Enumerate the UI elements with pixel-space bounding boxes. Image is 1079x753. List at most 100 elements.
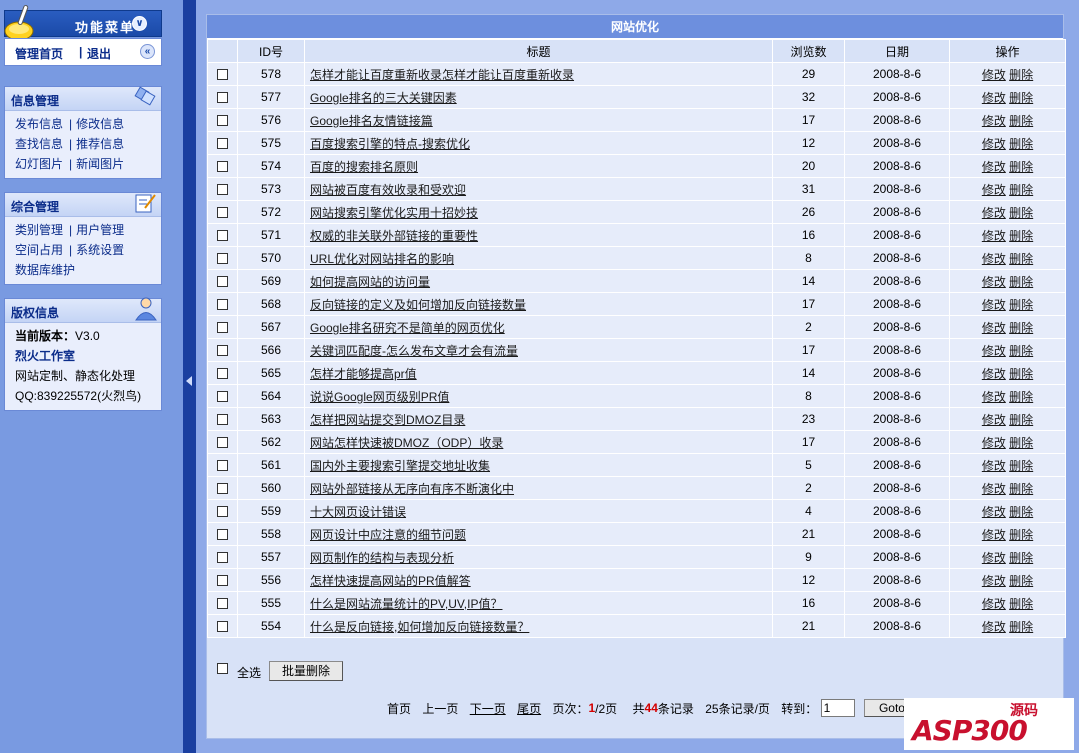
menu-link-settings[interactable]: 系统设置 [76, 243, 124, 257]
row-edit-link[interactable]: 修改 [982, 275, 1006, 289]
row-edit-link[interactable]: 修改 [982, 91, 1006, 105]
bulk-delete-button[interactable]: 批量删除 [269, 661, 343, 681]
row-title-link[interactable]: 权威的非关联外部链接的重要性 [310, 229, 478, 243]
row-checkbox[interactable] [217, 161, 228, 173]
last-page-link[interactable]: 尾页 [517, 700, 541, 717]
row-checkbox[interactable] [217, 437, 228, 449]
row-edit-link[interactable]: 修改 [982, 252, 1006, 266]
row-edit-link[interactable]: 修改 [982, 551, 1006, 565]
row-edit-link[interactable]: 修改 [982, 137, 1006, 151]
row-delete-link[interactable]: 删除 [1009, 459, 1033, 473]
row-edit-link[interactable]: 修改 [982, 505, 1006, 519]
menu-link-categories[interactable]: 类别管理 [15, 223, 63, 237]
row-checkbox[interactable] [217, 529, 228, 541]
row-checkbox[interactable] [217, 92, 228, 104]
first-page-link[interactable]: 首页 [387, 700, 411, 717]
sidebar-toggle-bar[interactable] [183, 0, 196, 753]
row-edit-link[interactable]: 修改 [982, 321, 1006, 335]
row-title-link[interactable]: 如何提高网站的访问量 [310, 275, 430, 289]
row-title-link[interactable]: 国内外主要搜索引擎提交地址收集 [310, 459, 490, 473]
row-checkbox[interactable] [217, 391, 228, 403]
row-checkbox[interactable] [217, 207, 228, 219]
row-edit-link[interactable]: 修改 [982, 298, 1006, 312]
row-checkbox[interactable] [217, 552, 228, 564]
row-edit-link[interactable]: 修改 [982, 206, 1006, 220]
row-checkbox[interactable] [217, 138, 228, 150]
logout-link[interactable]: 退出 [87, 45, 111, 62]
row-checkbox[interactable] [217, 299, 228, 311]
row-delete-link[interactable]: 删除 [1009, 298, 1033, 312]
row-title-link[interactable]: 怎样才能够提高pr值 [310, 367, 417, 381]
row-delete-link[interactable]: 删除 [1009, 367, 1033, 381]
prev-page-link[interactable]: 上一页 [422, 700, 458, 717]
menu-link-publish[interactable]: 发布信息 [15, 117, 63, 131]
collapse-sidebar-icon[interactable]: « [140, 44, 155, 59]
menu-link-search-info[interactable]: 查找信息 [15, 137, 63, 151]
row-title-link[interactable]: 说说Google网页级别PR值 [310, 390, 449, 404]
row-edit-link[interactable]: 修改 [982, 183, 1006, 197]
collapse-menu-icon[interactable]: ∨ [132, 16, 147, 31]
row-title-link[interactable]: 怎样才能让百度重新收录怎样才能让百度重新收录 [310, 68, 574, 82]
admin-home-link[interactable]: 管理首页 [15, 45, 63, 62]
row-title-link[interactable]: 网站怎样快速被DMOZ（ODP）收录 [310, 436, 503, 450]
row-checkbox[interactable] [217, 483, 228, 495]
goto-page-input[interactable] [820, 699, 855, 717]
row-delete-link[interactable]: 删除 [1009, 344, 1033, 358]
row-checkbox[interactable] [217, 460, 228, 472]
row-delete-link[interactable]: 删除 [1009, 551, 1033, 565]
menu-link-users[interactable]: 用户管理 [76, 223, 124, 237]
row-edit-link[interactable]: 修改 [982, 390, 1006, 404]
row-title-link[interactable]: Google排名友情链接篇 [310, 114, 433, 128]
row-title-link[interactable]: 网页设计中应注意的细节问题 [310, 528, 466, 542]
row-title-link[interactable]: Google排名研究不是简单的网页优化 [310, 321, 505, 335]
row-delete-link[interactable]: 删除 [1009, 528, 1033, 542]
menu-link-slides[interactable]: 幻灯图片 [15, 157, 63, 171]
row-edit-link[interactable]: 修改 [982, 597, 1006, 611]
menu-link-space[interactable]: 空间占用 [15, 243, 63, 257]
row-title-link[interactable]: 网站被百度有效收录和受欢迎 [310, 183, 466, 197]
menu-link-recommend[interactable]: 推荐信息 [76, 137, 124, 151]
row-delete-link[interactable]: 删除 [1009, 183, 1033, 197]
menu-link-edit-info[interactable]: 修改信息 [76, 117, 124, 131]
row-delete-link[interactable]: 删除 [1009, 91, 1033, 105]
menu-link-database[interactable]: 数据库维护 [15, 263, 75, 277]
row-delete-link[interactable]: 删除 [1009, 390, 1033, 404]
collapse-arrow-icon[interactable] [186, 376, 192, 386]
row-title-link[interactable]: 怎样把网站提交到DMOZ目录 [310, 413, 465, 427]
row-delete-link[interactable]: 删除 [1009, 137, 1033, 151]
row-checkbox[interactable] [217, 230, 228, 242]
row-edit-link[interactable]: 修改 [982, 528, 1006, 542]
row-title-link[interactable]: 什么是网站流量统计的PV,UV,IP值？ [310, 597, 502, 611]
row-title-link[interactable]: 百度的搜索排名原则 [310, 160, 418, 174]
row-checkbox[interactable] [217, 598, 228, 610]
row-edit-link[interactable]: 修改 [982, 344, 1006, 358]
row-checkbox[interactable] [217, 184, 228, 196]
row-checkbox[interactable] [217, 345, 228, 357]
row-title-link[interactable]: 百度搜索引擎的特点-搜索优化 [310, 137, 470, 151]
row-title-link[interactable]: 关键词匹配度-怎么发布文章才会有流量 [310, 344, 518, 358]
row-edit-link[interactable]: 修改 [982, 436, 1006, 450]
row-edit-link[interactable]: 修改 [982, 367, 1006, 381]
row-edit-link[interactable]: 修改 [982, 114, 1006, 128]
row-delete-link[interactable]: 删除 [1009, 275, 1033, 289]
row-delete-link[interactable]: 删除 [1009, 597, 1033, 611]
row-edit-link[interactable]: 修改 [982, 620, 1006, 634]
row-checkbox[interactable] [217, 253, 228, 265]
row-edit-link[interactable]: 修改 [982, 229, 1006, 243]
row-checkbox[interactable] [217, 322, 228, 334]
row-checkbox[interactable] [217, 414, 228, 426]
select-all-checkbox[interactable] [217, 663, 228, 674]
row-title-link[interactable]: 十大网页设计错误 [310, 505, 406, 519]
row-delete-link[interactable]: 删除 [1009, 206, 1033, 220]
row-title-link[interactable]: 反向链接的定义及如何增加反向链接数量 [310, 298, 526, 312]
row-checkbox[interactable] [217, 115, 228, 127]
row-checkbox[interactable] [217, 621, 228, 633]
row-delete-link[interactable]: 删除 [1009, 68, 1033, 82]
row-delete-link[interactable]: 删除 [1009, 620, 1033, 634]
row-checkbox[interactable] [217, 276, 228, 288]
row-edit-link[interactable]: 修改 [982, 482, 1006, 496]
row-delete-link[interactable]: 删除 [1009, 505, 1033, 519]
row-checkbox[interactable] [217, 575, 228, 587]
row-checkbox[interactable] [217, 506, 228, 518]
row-title-link[interactable]: 怎样快速提高网站的PR值解答 [310, 574, 471, 588]
